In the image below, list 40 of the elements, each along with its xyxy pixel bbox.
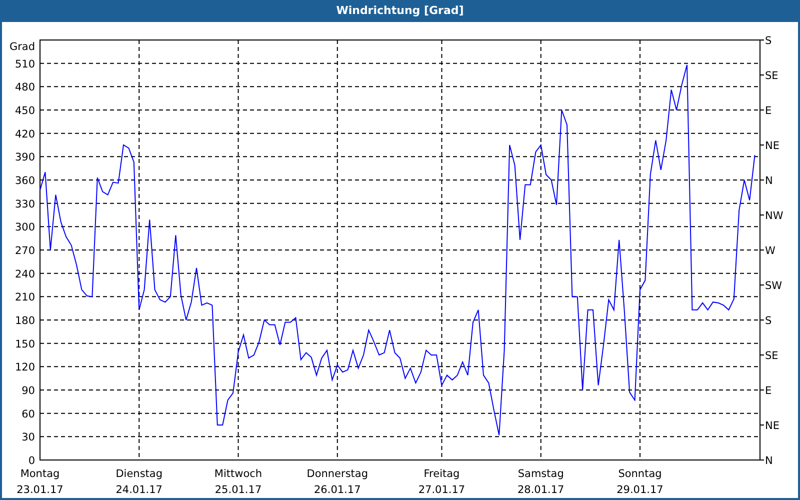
- day-label: Montag 23.01.17: [16, 468, 64, 496]
- compass-label: NW: [765, 210, 784, 222]
- compass-label: W: [765, 244, 776, 257]
- y-axis-label: 240: [14, 268, 35, 280]
- compass-label: E: [765, 384, 772, 397]
- window-title: Windrichtung [Grad]: [336, 4, 464, 18]
- compass-label: E: [765, 104, 772, 117]
- y-axis-label: 30: [22, 432, 35, 444]
- compass-label: S: [765, 314, 772, 327]
- compass-label: SE: [765, 350, 778, 362]
- day-label: Samstag 28.01.17: [517, 468, 564, 496]
- compass-label: NE: [765, 140, 780, 152]
- y-axis-label: 0: [28, 454, 35, 467]
- compass-label: NE: [765, 420, 780, 432]
- day-label: Freitag 27.01.17: [418, 468, 466, 496]
- day-label: Sonntag 29.01.17: [616, 468, 664, 496]
- y-axis-label: 510: [14, 58, 35, 70]
- y-axis-label: 270: [14, 244, 35, 257]
- y-axis-label: 390: [14, 152, 35, 164]
- y-axis-label: 60: [22, 408, 35, 420]
- y-axis-label: 90: [22, 384, 35, 397]
- compass-label: SW: [765, 280, 782, 292]
- y-axis-label: 180: [14, 314, 35, 327]
- y-axis-label: 330: [14, 198, 35, 210]
- y-axis-title: Grad: [9, 40, 35, 53]
- y-axis-label: 450: [14, 104, 35, 117]
- y-axis-label: 480: [14, 82, 35, 94]
- y-axis-label: 120: [14, 362, 35, 374]
- y-axis-label: 300: [14, 222, 35, 234]
- day-label: Dienstag 24.01.17: [116, 468, 163, 496]
- day-label: Donnerstag 26.01.17: [306, 468, 368, 496]
- compass-label: N: [765, 454, 773, 467]
- compass-label: N: [765, 174, 773, 187]
- y-axis-label: 150: [14, 338, 35, 350]
- y-axis-label: 210: [14, 292, 35, 304]
- compass-label: SE: [765, 70, 778, 82]
- y-axis-label: 360: [14, 174, 35, 187]
- day-label: Mittwoch 25.01.17: [214, 468, 262, 496]
- compass-label: S: [765, 34, 772, 47]
- y-axis-label: 420: [14, 128, 35, 140]
